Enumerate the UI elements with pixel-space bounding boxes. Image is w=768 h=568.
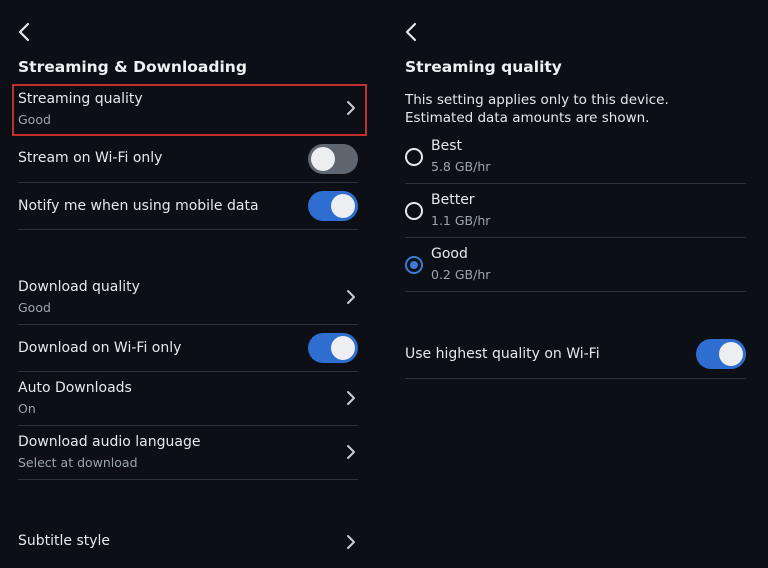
streaming-downloading-pane: Streaming & Downloading Streaming qualit… <box>18 0 358 568</box>
quality-option-best[interactable]: Best 5.8 GB/hr <box>405 130 746 184</box>
row-label: Download quality <box>18 279 140 295</box>
row-value: On <box>18 401 36 416</box>
description-line: Estimated data amounts are shown. <box>405 110 650 126</box>
chevron-left-icon <box>405 22 417 42</box>
toggle-knob <box>311 147 335 171</box>
option-label: Best <box>431 138 463 154</box>
description: This setting applies only to this device… <box>405 91 669 127</box>
row-value: Select at download <box>18 455 138 470</box>
highest-quality-wifi-row: Use highest quality on Wi-Fi <box>405 331 746 379</box>
streaming-quality-row[interactable]: Streaming quality Good <box>18 88 358 136</box>
option-data-rate: 1.1 GB/hr <box>431 213 491 228</box>
highest-quality-wifi-toggle[interactable] <box>696 339 746 369</box>
chevron-right-icon <box>346 390 356 406</box>
download-wifi-only-toggle[interactable] <box>308 333 358 363</box>
page-title: Streaming quality <box>405 58 562 76</box>
option-data-rate: 5.8 GB/hr <box>431 159 491 174</box>
notify-mobile-data-toggle[interactable] <box>308 191 358 221</box>
streaming-quality-pane: Streaming quality This setting applies o… <box>405 0 746 568</box>
chevron-right-icon <box>346 100 356 116</box>
download-audio-language-row[interactable]: Download audio language Select at downlo… <box>18 426 358 480</box>
row-label: Use highest quality on Wi-Fi <box>405 346 600 362</box>
row-label: Stream on Wi-Fi only <box>18 150 163 166</box>
row-label: Subtitle style <box>18 533 111 549</box>
radio-button[interactable] <box>405 148 423 166</box>
quality-option-better[interactable]: Better 1.1 GB/hr <box>405 184 746 238</box>
radio-button-selected[interactable] <box>405 256 423 274</box>
download-quality-row[interactable]: Download quality Good <box>18 270 358 325</box>
toggle-knob <box>331 194 355 218</box>
row-label: Download on Wi-Fi only <box>18 340 182 356</box>
chevron-right-icon <box>346 289 356 305</box>
row-label: Notify me when using mobile data <box>18 198 259 214</box>
description-line: This setting applies only to this device… <box>405 92 669 108</box>
row-value: Good <box>18 300 51 315</box>
toggle-knob <box>331 336 355 360</box>
subtitle-style-row[interactable]: Subtitle style <box>18 524 358 568</box>
chevron-right-icon <box>346 534 356 550</box>
auto-downloads-row[interactable]: Auto Downloads On <box>18 372 358 426</box>
row-value: Good <box>18 112 51 127</box>
page-title: Streaming & Downloading <box>18 58 247 76</box>
back-button[interactable] <box>401 20 423 44</box>
radio-button[interactable] <box>405 202 423 220</box>
quality-option-good[interactable]: Good 0.2 GB/hr <box>405 238 746 292</box>
notify-mobile-data-row: Notify me when using mobile data <box>18 183 358 230</box>
settings-screen: Streaming & Downloading Streaming qualit… <box>0 0 768 568</box>
stream-wifi-only-row: Stream on Wi-Fi only <box>18 136 358 183</box>
row-label: Download audio language <box>18 434 201 450</box>
chevron-right-icon <box>346 444 356 460</box>
option-label: Better <box>431 192 475 208</box>
option-label: Good <box>431 246 468 262</box>
back-button[interactable] <box>14 20 36 44</box>
row-label: Streaming quality <box>18 91 143 107</box>
chevron-left-icon <box>18 22 30 42</box>
download-wifi-only-row: Download on Wi-Fi only <box>18 325 358 372</box>
toggle-knob <box>719 342 743 366</box>
row-label: Auto Downloads <box>18 380 132 396</box>
option-data-rate: 0.2 GB/hr <box>431 267 491 282</box>
stream-wifi-only-toggle[interactable] <box>308 144 358 174</box>
